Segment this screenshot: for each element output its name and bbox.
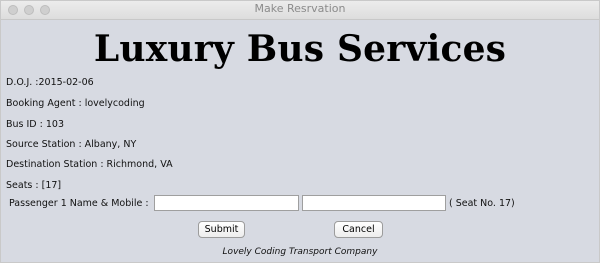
- bus-id: Bus ID : 103: [6, 119, 64, 130]
- page-title: Luxury Bus Services: [93, 28, 507, 70]
- reservation-window: Make Resrvation Luxury Bus Services D.O.…: [0, 0, 600, 263]
- window-title: Make Resrvation: [254, 2, 346, 15]
- source-station: Source Station : Albany, NY: [6, 139, 137, 150]
- seats: Seats : [17]: [6, 180, 62, 191]
- passenger-name-input[interactable]: [154, 195, 299, 211]
- company-footer: Lovely Coding Transport Company: [222, 247, 378, 257]
- passenger-1-label: Passenger 1 Name & Mobile :: [9, 198, 149, 209]
- booking-agent: Booking Agent : lovelycoding: [6, 98, 145, 109]
- destination-station: Destination Station : Richmond, VA: [6, 159, 173, 170]
- passenger-mobile-input[interactable]: [302, 195, 446, 211]
- window-titlebar: Make Resrvation: [1, 1, 599, 20]
- date-of-journey: D.O.J. :2015-02-06: [6, 77, 94, 88]
- submit-button[interactable]: Submit: [198, 221, 245, 238]
- cancel-button[interactable]: Cancel: [334, 221, 383, 238]
- seat-number-note: ( Seat No. 17): [449, 198, 515, 209]
